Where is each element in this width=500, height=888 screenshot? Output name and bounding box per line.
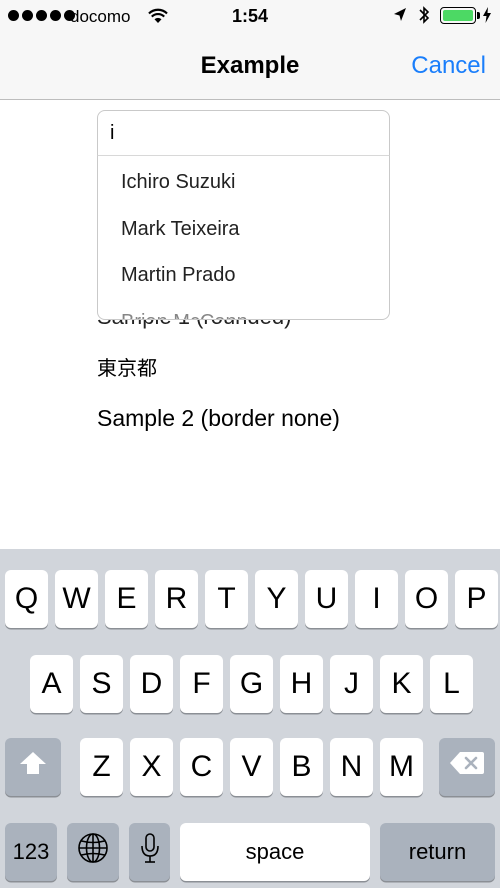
key-v[interactable]: V	[230, 738, 273, 796]
key-q[interactable]: Q	[5, 570, 48, 628]
key-r[interactable]: R	[155, 570, 198, 628]
key-a[interactable]: A	[30, 655, 73, 713]
delete-key[interactable]	[439, 738, 495, 796]
key-i[interactable]: I	[355, 570, 398, 628]
sample2-label: Sample 2 (border none)	[97, 405, 340, 431]
autocomplete-input[interactable]: i	[97, 110, 390, 156]
suggestion-item[interactable]: Brian McCann	[98, 296, 389, 320]
key-p[interactable]: P	[455, 570, 498, 628]
keyboard: Q W E R T Y U I O P A S D F G H J K L Z …	[0, 549, 500, 888]
globe-icon	[77, 832, 109, 872]
microphone-icon	[140, 832, 160, 872]
key-e[interactable]: E	[105, 570, 148, 628]
key-d[interactable]: D	[130, 655, 173, 713]
location-arrow-icon	[393, 7, 407, 28]
return-key[interactable]: return	[380, 823, 495, 881]
autocomplete-input-value: i	[110, 122, 115, 144]
key-f[interactable]: F	[180, 655, 223, 713]
key-m[interactable]: M	[380, 738, 423, 796]
cancel-button[interactable]: Cancel	[411, 52, 486, 80]
suggestion-list: Ichiro Suzuki Mark Teixeira Martin Prado…	[97, 155, 390, 320]
dictation-key[interactable]	[129, 823, 170, 881]
tokyo-label: 東京都	[97, 358, 157, 380]
key-h[interactable]: H	[280, 655, 323, 713]
key-z[interactable]: Z	[80, 738, 123, 796]
key-o[interactable]: O	[405, 570, 448, 628]
shift-key[interactable]	[5, 738, 61, 796]
key-s[interactable]: S	[80, 655, 123, 713]
key-k[interactable]: K	[380, 655, 423, 713]
suggestion-item[interactable]: Martin Prado	[98, 249, 389, 296]
battery-icon	[440, 7, 476, 24]
suggestion-item[interactable]: Ichiro Suzuki	[98, 156, 389, 203]
key-g[interactable]: G	[230, 655, 273, 713]
key-w[interactable]: W	[55, 570, 98, 628]
key-y[interactable]: Y	[255, 570, 298, 628]
key-c[interactable]: C	[180, 738, 223, 796]
status-bar: docomo 1:54	[0, 0, 500, 34]
key-t[interactable]: T	[205, 570, 248, 628]
suggestion-item[interactable]: Mark Teixeira	[98, 203, 389, 250]
space-key[interactable]: space	[180, 823, 370, 881]
key-j[interactable]: J	[330, 655, 373, 713]
numbers-key[interactable]: 123	[5, 823, 57, 881]
globe-key[interactable]	[67, 823, 119, 881]
key-u[interactable]: U	[305, 570, 348, 628]
key-x[interactable]: X	[130, 738, 173, 796]
backspace-icon	[449, 750, 485, 784]
top-bar: docomo 1:54 Example Cancel	[0, 0, 500, 100]
shift-arrow-icon	[18, 750, 48, 784]
key-n[interactable]: N	[330, 738, 373, 796]
charging-bolt-icon	[482, 6, 492, 29]
battery-tip	[477, 12, 480, 19]
bluetooth-icon	[418, 5, 430, 30]
key-l[interactable]: L	[430, 655, 473, 713]
key-b[interactable]: B	[280, 738, 323, 796]
